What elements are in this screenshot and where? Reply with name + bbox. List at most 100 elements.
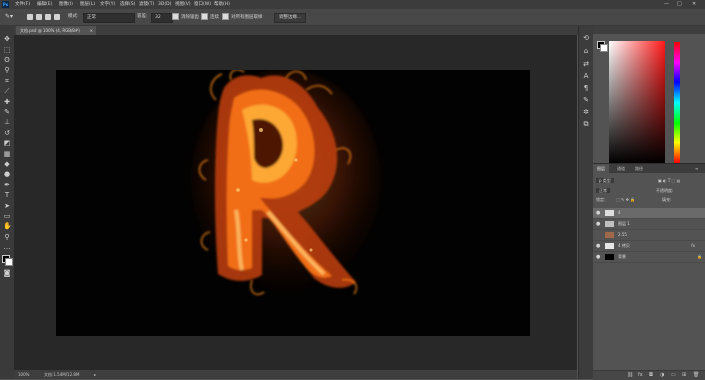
history-brush-tool-icon[interactable]: ↺ bbox=[3, 129, 11, 137]
crop-tool-icon[interactable]: ⌗ bbox=[3, 77, 11, 85]
layer-row[interactable]: ● 2.55 bbox=[593, 230, 705, 241]
layer-name: 2.55 bbox=[618, 232, 627, 237]
layer-filter-icons[interactable]: ▣ ◐ T ⬚ ▤ bbox=[658, 177, 680, 184]
layer-visibility-eye-icon[interactable]: ● bbox=[596, 230, 600, 240]
add-selection-icon[interactable] bbox=[36, 14, 42, 20]
pen-tool-icon[interactable]: ✒ bbox=[3, 181, 11, 189]
tab-paths[interactable]: 路径 bbox=[631, 164, 647, 173]
layer-visibility-eye-icon[interactable]: ● bbox=[596, 252, 600, 262]
new-selection-icon[interactable] bbox=[27, 14, 33, 20]
marquee-tool-icon[interactable]: ⬚ bbox=[3, 46, 11, 54]
dodge-tool-icon[interactable]: ● bbox=[3, 170, 11, 178]
layer-row[interactable]: ● 背景 🔒 bbox=[593, 252, 705, 263]
shape-tool-icon[interactable]: ▭ bbox=[3, 212, 11, 220]
clone-panel-icon[interactable]: ✲ bbox=[582, 108, 590, 116]
toolbox: ✥ ⬚ ʘ ⚲ ⌗ ⟋ ✚ ✎ ⊥ ↺ ◩ ▦ ◆ ● ✒ T ➤ ▭ ✋ ⚲ … bbox=[0, 26, 15, 379]
more-tools-icon[interactable]: … bbox=[3, 243, 11, 251]
lasso-tool-icon[interactable]: ʘ bbox=[3, 56, 11, 64]
lock-icons[interactable]: ⬚ ✎ ✥ 🔒 bbox=[616, 196, 635, 203]
magic-wand-preset-icon[interactable]: ✎▾ bbox=[5, 13, 13, 21]
panel-icon-column: ⟲ ⌂ ⇄ A ¶ ✎ ✲ ⧉ bbox=[578, 26, 593, 379]
contiguous-checkbox[interactable]: 连续 bbox=[201, 13, 219, 21]
layer-filter-select[interactable]: p 类型 bbox=[596, 178, 614, 183]
layer-thumbnail bbox=[605, 232, 614, 238]
minimize-button[interactable]: — bbox=[664, 1, 669, 8]
maximize-button[interactable]: □ bbox=[677, 1, 682, 8]
magic-wand-tool-icon[interactable]: ⚲ bbox=[3, 66, 11, 74]
fill-label: 填充: bbox=[662, 197, 672, 202]
menu-select[interactable]: 选择(S) bbox=[120, 1, 135, 8]
stamp-tool-icon[interactable]: ⊥ bbox=[3, 118, 11, 126]
antialias-checkbox[interactable]: 消除锯齿 bbox=[172, 13, 199, 21]
layer-row[interactable]: ● 4 拷贝 fx bbox=[593, 241, 705, 252]
menu-view[interactable]: 视图(V) bbox=[175, 1, 191, 8]
layer-thumbnail bbox=[605, 221, 614, 227]
menu-type[interactable]: 文字(Y) bbox=[100, 1, 115, 8]
layer-name: 4 bbox=[618, 210, 621, 215]
tolerance-label: 容差: bbox=[137, 14, 148, 19]
antialias-label: 消除锯齿 bbox=[181, 15, 199, 20]
menu-edit[interactable]: 编辑(E) bbox=[37, 1, 52, 8]
properties-panel-icon[interactable]: ⌂ bbox=[582, 47, 590, 55]
mode-select[interactable]: 正常 bbox=[83, 13, 135, 23]
menu-3d[interactable]: 3D(D) bbox=[158, 1, 171, 8]
document-tab[interactable]: 文档.psd @ 100% (4, RGB/8#) × bbox=[16, 26, 96, 35]
menu-image[interactable]: 图像(I) bbox=[59, 1, 73, 8]
status-arrow-icon[interactable]: ▸ bbox=[94, 370, 96, 379]
refine-edge-button[interactable]: 调整边缘... bbox=[274, 13, 307, 23]
hand-tool-icon[interactable]: ✋ bbox=[3, 222, 12, 230]
color-panel-background-swatch[interactable] bbox=[600, 44, 608, 52]
menu-file[interactable]: 文件(F) bbox=[15, 1, 30, 8]
sample-all-checkbox[interactable]: 对所有图层取样 bbox=[222, 13, 263, 21]
layer-thumbnail bbox=[605, 254, 614, 260]
layer-visibility-eye-icon[interactable]: ● bbox=[596, 208, 600, 218]
menu-window[interactable]: 窗口(W) bbox=[194, 1, 211, 8]
document-canvas[interactable] bbox=[56, 70, 530, 336]
zoom-tool-icon[interactable]: ⚲ bbox=[3, 233, 11, 241]
character-panel-icon[interactable]: A bbox=[582, 72, 590, 80]
hue-slider[interactable] bbox=[674, 42, 680, 163]
layer-thumbnail bbox=[605, 210, 614, 216]
tab-layers[interactable]: 图层 bbox=[593, 164, 609, 173]
background-color-swatch[interactable] bbox=[5, 258, 13, 266]
layer-row[interactable]: ● 4 bbox=[593, 208, 705, 219]
menu-help[interactable]: 帮助(H) bbox=[214, 1, 230, 8]
menu-layer[interactable]: 图层(L) bbox=[80, 1, 95, 8]
layer-name: 4 拷贝 bbox=[618, 243, 630, 248]
menu-bar: Ps 文件(F) 编辑(E) 图像(I) 图层(L) 文字(Y) 选择(S) 滤… bbox=[0, 0, 705, 9]
close-window-button[interactable]: ✕ bbox=[692, 1, 696, 8]
healing-tool-icon[interactable]: ✚ bbox=[3, 98, 11, 106]
tolerance-input[interactable]: 32 bbox=[151, 13, 173, 23]
eyedropper-tool-icon[interactable]: ⟋ bbox=[3, 87, 11, 95]
layer-fx-icon[interactable]: fx bbox=[691, 241, 695, 251]
paragraph-panel-icon[interactable]: ¶ bbox=[582, 84, 590, 92]
zoom-level[interactable]: 100% bbox=[18, 370, 29, 379]
layer-visibility-eye-icon[interactable]: ● bbox=[596, 241, 600, 251]
panel-menu-icon[interactable]: ≡ bbox=[691, 164, 702, 173]
layer-thumbnail bbox=[605, 243, 614, 249]
color-picker-field[interactable] bbox=[609, 41, 665, 163]
document-info[interactable]: 文档:1.54M/12.8M bbox=[44, 370, 79, 379]
history-panel-icon[interactable]: ⟲ bbox=[582, 34, 590, 42]
move-tool-icon[interactable]: ✥ bbox=[3, 35, 11, 43]
subtract-selection-icon[interactable] bbox=[45, 14, 51, 20]
adjustments-panel-icon[interactable]: ⇄ bbox=[582, 60, 590, 68]
sample-all-label: 对所有图层取样 bbox=[231, 15, 263, 20]
blend-mode-select[interactable]: 正常 bbox=[596, 188, 610, 193]
type-tool-icon[interactable]: T bbox=[3, 191, 11, 199]
menu-filter[interactable]: 滤镜(T) bbox=[139, 1, 154, 8]
tab-channels[interactable]: 通道 bbox=[613, 164, 629, 173]
blur-tool-icon[interactable]: ◆ bbox=[3, 160, 11, 168]
tab-close-icon[interactable]: × bbox=[90, 26, 93, 35]
lock-label: 锁定: bbox=[596, 197, 606, 202]
gradient-tool-icon[interactable]: ▦ bbox=[3, 150, 11, 158]
eraser-tool-icon[interactable]: ◩ bbox=[3, 139, 11, 147]
layer-visibility-eye-icon[interactable]: ● bbox=[596, 219, 600, 229]
brush-tool-icon[interactable]: ✎ bbox=[3, 108, 11, 116]
layer-comps-icon[interactable]: ⧉ bbox=[582, 120, 590, 128]
quick-mask-icon[interactable]: ◙ bbox=[3, 269, 11, 277]
path-select-tool-icon[interactable]: ➤ bbox=[3, 202, 11, 210]
intersect-selection-icon[interactable] bbox=[54, 14, 60, 20]
layer-row[interactable]: ● 图层 1 bbox=[593, 219, 705, 230]
brush-panel-icon[interactable]: ✎ bbox=[582, 96, 590, 104]
